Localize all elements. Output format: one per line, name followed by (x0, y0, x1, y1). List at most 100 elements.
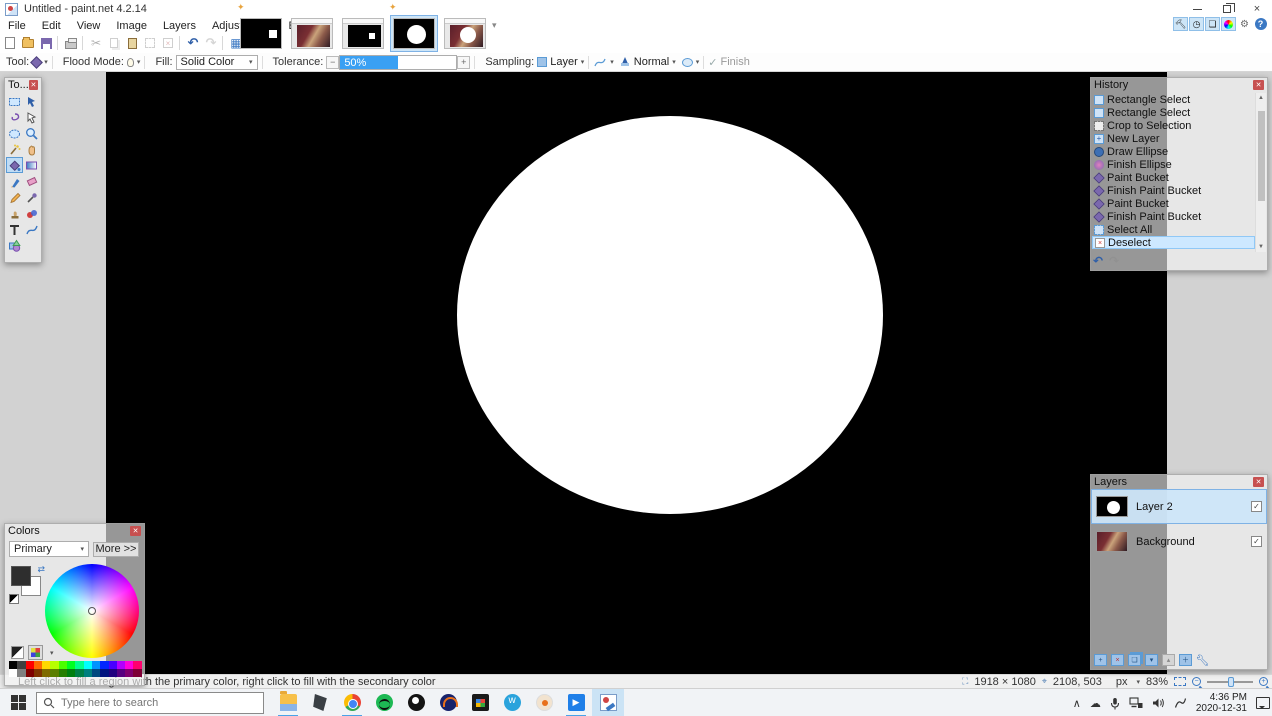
sampling-value[interactable]: Layer (550, 56, 578, 68)
delete-layer-button[interactable]: × (1111, 654, 1124, 666)
palette-color[interactable] (109, 669, 117, 677)
tool-paint-bucket-selected[interactable] (6, 157, 23, 173)
taskbar-search[interactable] (36, 692, 264, 714)
zoom-in-icon[interactable]: + (1259, 677, 1268, 686)
history-panel-titlebar[interactable]: History ✕ (1091, 78, 1267, 92)
units-dropdown[interactable]: px (1116, 676, 1128, 688)
palette-color[interactable] (50, 661, 58, 669)
close-button[interactable]: × (1242, 0, 1272, 18)
palette-manager-button[interactable] (29, 646, 42, 659)
palette-color[interactable] (133, 669, 141, 677)
color-wheel-selector[interactable] (88, 607, 96, 615)
image-tab-3[interactable] (339, 15, 387, 52)
reset-colors-icon[interactable] (9, 594, 19, 604)
zoom-level-value[interactable]: 83% (1146, 676, 1168, 688)
image-tab-2[interactable] (288, 15, 336, 52)
palette-color[interactable] (34, 669, 42, 677)
palette-color[interactable] (75, 661, 83, 669)
palette-color[interactable] (84, 661, 92, 669)
palette-color[interactable] (59, 669, 67, 677)
background-visibility-checkbox[interactable]: ✓ (1251, 536, 1262, 547)
swap-colors-icon[interactable]: ⇄ (37, 564, 45, 575)
zoom-to-window-button[interactable] (1174, 677, 1186, 686)
tool-lasso-select[interactable] (6, 109, 23, 125)
history-item[interactable]: Rectangle Select (1092, 93, 1255, 106)
history-redo-button[interactable]: ↷ (1109, 254, 1119, 268)
flood-mode-caret-icon[interactable]: ▾ (137, 58, 141, 66)
network-icon[interactable] (1129, 697, 1143, 709)
layers-panel-close-button[interactable]: ✕ (1253, 477, 1264, 487)
units-caret-icon[interactable]: ▾ (1136, 678, 1140, 686)
tool-move-selection[interactable] (23, 109, 40, 125)
taskbar-orange-circle-app[interactable] (528, 689, 560, 716)
zoom-slider[interactable] (1207, 681, 1253, 683)
color-wheel[interactable] (45, 564, 139, 658)
history-item[interactable]: Finish Paint Bucket (1092, 210, 1255, 223)
tool-pan[interactable] (23, 141, 40, 157)
finish-button[interactable]: Finish (721, 56, 750, 68)
paste-button[interactable] (124, 35, 140, 51)
tolerance-decrease-button[interactable]: − (326, 56, 339, 69)
history-item[interactable]: Draw Ellipse (1092, 145, 1255, 158)
tolerance-increase-button[interactable]: + (457, 56, 470, 69)
tray-chevron-icon[interactable]: ∧ (1073, 697, 1081, 710)
blend-mode-icon[interactable] (619, 56, 631, 68)
palette-color[interactable] (125, 669, 133, 677)
history-item[interactable]: Paint Bucket (1092, 197, 1255, 210)
cut-button[interactable]: ✂ (88, 35, 104, 51)
tool-color-picker[interactable] (23, 189, 40, 205)
deselect-button[interactable]: × (160, 35, 176, 51)
palette-color[interactable] (9, 669, 17, 677)
tool-ellipse-select[interactable] (6, 125, 23, 141)
image-tab-5[interactable] (441, 15, 489, 52)
tool-gradient[interactable] (23, 157, 40, 173)
history-scrollbar[interactable]: ▲ ▼ (1255, 93, 1266, 252)
history-item[interactable]: Select All (1092, 223, 1255, 236)
history-item[interactable]: Finish Ellipse (1092, 158, 1255, 171)
add-layer-button[interactable]: + (1094, 654, 1107, 666)
palette-color[interactable] (50, 669, 58, 677)
history-panel-close-button[interactable]: ✕ (1253, 80, 1264, 90)
drawing-canvas[interactable] (106, 72, 1167, 674)
microphone-icon[interactable] (1110, 697, 1120, 710)
redo-button[interactable]: ↷ (203, 35, 219, 51)
tolerance-slider[interactable]: 50% (339, 55, 457, 70)
image-tab-4-selected[interactable] (390, 15, 438, 52)
scrollbar-thumb[interactable] (1258, 111, 1265, 201)
taskbar-headphones-app[interactable] (432, 689, 464, 716)
taskbar-spotify[interactable] (368, 689, 400, 716)
scroll-up-icon[interactable]: ▲ (1258, 93, 1264, 103)
sampling-caret-icon[interactable]: ▾ (581, 58, 585, 66)
colors-panel-close-button[interactable]: ✕ (130, 526, 141, 536)
taskbar-obs[interactable] (400, 689, 432, 716)
taskbar-chrome[interactable] (336, 689, 368, 716)
tool-rectangle-select[interactable] (6, 93, 23, 109)
taskbar-microsoft-store[interactable] (464, 689, 496, 716)
history-item-selected[interactable]: ×Deselect (1092, 236, 1255, 249)
toggle-layers-button[interactable]: ❏ (1205, 17, 1220, 31)
scroll-down-icon[interactable]: ▼ (1258, 242, 1264, 252)
palette-color[interactable] (133, 661, 141, 669)
taskbar-app-2[interactable] (304, 689, 336, 716)
history-item[interactable]: Finish Paint Bucket (1092, 184, 1255, 197)
tool-clone-stamp[interactable] (6, 205, 23, 221)
palette-color[interactable] (59, 661, 67, 669)
more-button[interactable]: More >> (93, 542, 139, 557)
zoom-slider-thumb[interactable] (1228, 677, 1234, 687)
settings-button[interactable]: ⚙ (1237, 17, 1252, 31)
save-button[interactable] (38, 35, 54, 51)
tool-pencil[interactable] (6, 189, 23, 205)
antialiasing-icon[interactable] (593, 56, 607, 68)
palette-color[interactable] (100, 669, 108, 677)
tool-line-curve[interactable] (23, 221, 40, 237)
fill-style-dropdown[interactable]: Solid Color ▾ (176, 55, 258, 70)
onedrive-cloud-icon[interactable]: ☁ (1090, 697, 1101, 710)
menu-view[interactable]: View (69, 18, 109, 33)
antialiasing-caret-icon[interactable]: ▾ (610, 58, 614, 66)
tool-move-selected-pixels[interactable] (23, 93, 40, 109)
palette-color[interactable] (17, 669, 25, 677)
toggle-history-button[interactable]: ◷ (1189, 17, 1204, 31)
tool-zoom[interactable] (23, 125, 40, 141)
palette-color[interactable] (75, 669, 83, 677)
palette-caret-icon[interactable]: ▾ (50, 649, 54, 657)
